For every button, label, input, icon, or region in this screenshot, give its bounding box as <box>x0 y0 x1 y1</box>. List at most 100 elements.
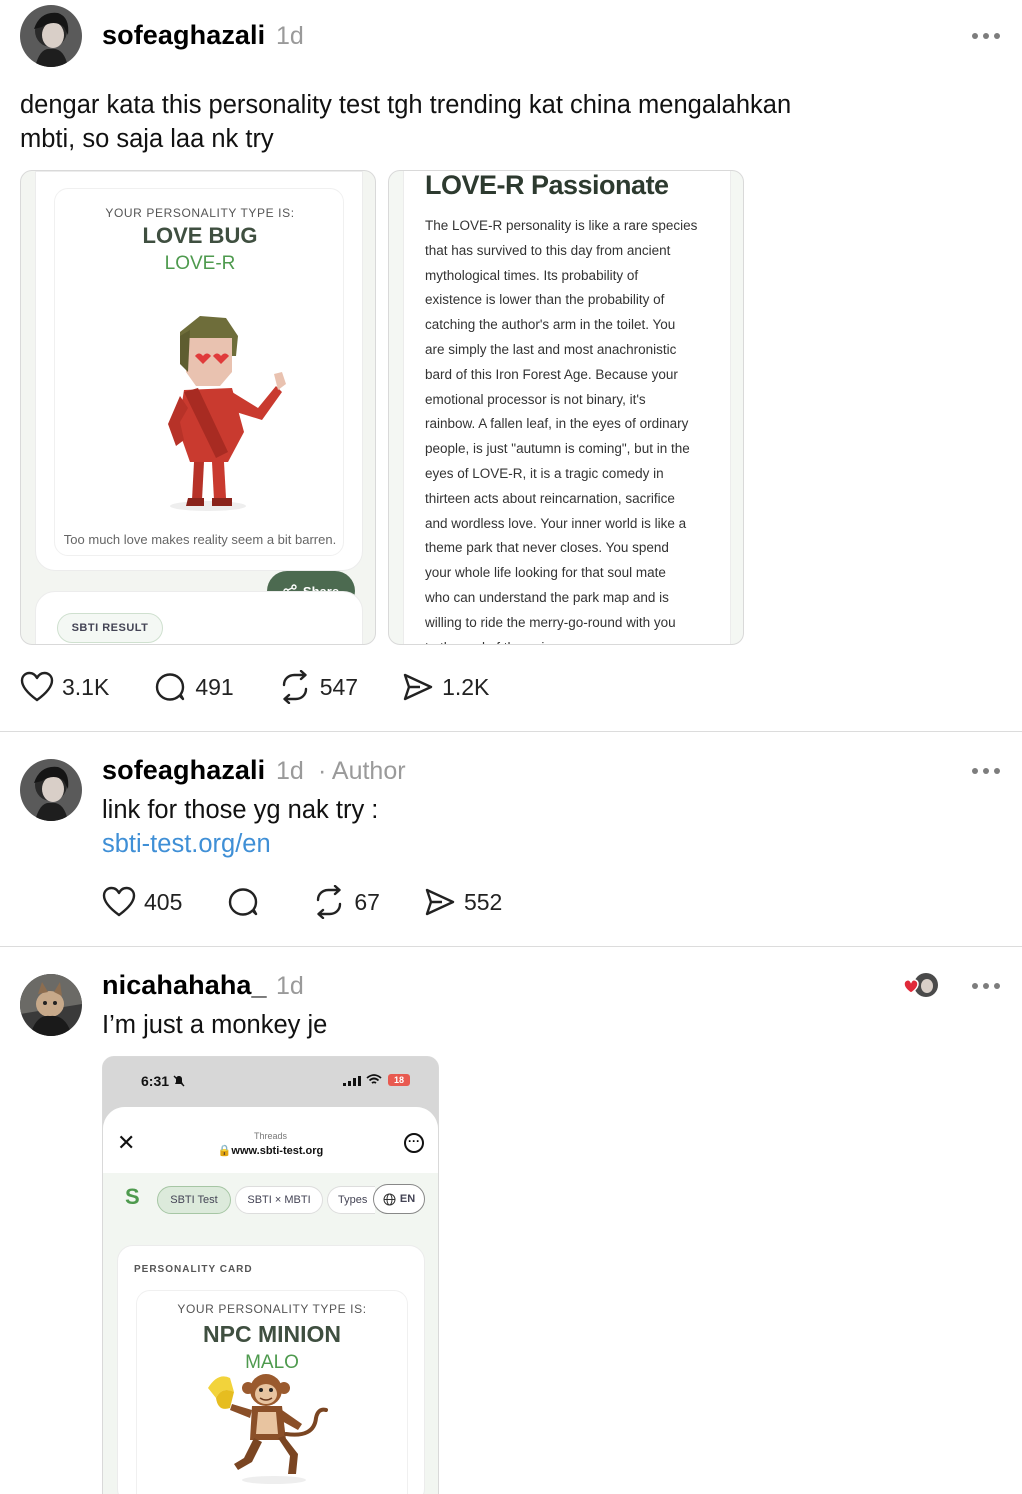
personality-card: YOUR PERSONALITY TYPE IS: LOVE BUG LOVE-… <box>35 171 363 571</box>
like-count: 405 <box>144 888 183 915</box>
like-count: 3.1K <box>62 673 110 700</box>
browser-view: ✕ Threads 🔒www.sbti-test.org ··· S SBTI … <box>103 1107 438 1494</box>
description-line: who can understand the park map and is <box>425 589 669 605</box>
personality-heading: YOUR PERSONALITY TYPE IS: <box>105 206 295 220</box>
post-text-line: dengar kata this personality test tgh tr… <box>20 91 792 119</box>
post-text: dengar kata this personality test tgh tr… <box>20 88 900 156</box>
comment-icon <box>229 888 258 916</box>
post-image-personality-card[interactable]: YOUR PERSONALITY TYPE IS: LOVE BUG LOVE-… <box>20 170 376 645</box>
send-icon <box>403 673 433 701</box>
description-line: and wordless love. Your inner world is l… <box>425 515 687 531</box>
mute-bell-icon <box>173 1075 185 1087</box>
send-icon <box>425 888 455 916</box>
username[interactable]: sofeaghazali <box>102 755 265 786</box>
post-link[interactable]: sbti-test.org/en <box>102 827 271 861</box>
post-actions: 3.1K 491 547 1.2K <box>20 670 533 704</box>
url-bar[interactable]: 🔒www.sbti-test.org <box>103 1144 438 1157</box>
description-line: The LOVE-R personality is like a rare sp… <box>425 218 698 233</box>
nav-tab-sbti-mbti[interactable]: SBTI × MBTI <box>235 1186 323 1214</box>
battery-level: 18 <box>393 1075 404 1085</box>
description-line: thirteen acts about reincarnation, sacri… <box>425 490 675 506</box>
repost-button[interactable]: 547 <box>278 670 358 704</box>
more-options-icon[interactable] <box>972 33 1000 39</box>
like-button[interactable]: 3.1K <box>20 671 109 703</box>
lock-icon: 🔒 <box>217 1145 232 1157</box>
author-badge: · Author <box>318 757 406 785</box>
post-time: 1d <box>276 972 304 1000</box>
site-logo[interactable]: S <box>125 1184 140 1210</box>
share-count: 552 <box>463 888 503 915</box>
love-bug-character-illustration <box>168 316 286 511</box>
nav-tab-sbti-test[interactable]: SBTI Test <box>157 1186 231 1214</box>
personality-type-name: NPC MINION <box>203 1321 341 1347</box>
description-line: emotional processor is not binary, it's <box>425 391 646 407</box>
wifi-icon <box>366 1074 382 1084</box>
like-button[interactable]: 405 <box>102 886 182 918</box>
username[interactable]: nicahahaha_ <box>102 970 267 1001</box>
description-line: eyes of LOVE-R, it is a tragic comedy in <box>425 465 664 481</box>
personality-type-name: LOVE BUG <box>142 223 258 248</box>
sbti-result-pill: SBTI RESULT <box>57 613 163 643</box>
post-time: 1d <box>276 757 304 785</box>
post-1: sofeaghazali 1d dengar kata this persona… <box>0 0 1022 731</box>
site-label: Threads <box>253 1131 288 1141</box>
description-title: LOVE-R Passionate <box>425 170 669 200</box>
personality-type-code: LOVE-R <box>164 253 236 274</box>
post-text: I’m just a monkey je <box>102 1011 328 1039</box>
more-options-icon[interactable] <box>972 983 1000 989</box>
description-line: mythological times. Its probability of <box>425 267 639 283</box>
description-line: people, is just "autumn is coming", but … <box>425 441 690 457</box>
liked-by-author-icon <box>903 973 938 997</box>
description-text: The LOVE-R personality is like a rare sp… <box>425 214 735 644</box>
username[interactable]: sofeaghazali <box>102 20 265 51</box>
description-line: theme park that never closes. You spend <box>425 540 669 556</box>
monkey-character-illustration <box>208 1374 328 1484</box>
more-options-icon[interactable] <box>972 768 1000 774</box>
language-switch[interactable]: EN <box>373 1184 425 1214</box>
description-line: that has survived to this day from ancie… <box>425 242 671 258</box>
reply-count: 491 <box>195 673 234 700</box>
description-line: willing to ride the merry-go-round with … <box>425 614 676 630</box>
personality-caption: Too much love makes reality seem a bit b… <box>63 532 337 547</box>
post-actions: 405 67 552 <box>102 885 546 919</box>
description-line: bard of this Iron Forest Age. Because yo… <box>425 366 678 382</box>
post-image-phone-screenshot[interactable]: 6:31 18 ✕ Threads 🔒www.sbti-test.org ···… <box>102 1056 439 1494</box>
repost-count: 67 <box>354 888 380 915</box>
description-line: rainbow. A fallen leaf, in the eyes of o… <box>425 416 689 432</box>
share-count: 1.2K <box>442 673 490 700</box>
description-line: your whole life looking for that soul ma… <box>425 565 666 581</box>
card-label: PERSONALITY CARD <box>134 1264 253 1275</box>
language-label: EN <box>399 1193 416 1205</box>
avatar[interactable] <box>20 974 82 1036</box>
post-text: link for those yg nak try : <box>102 796 379 824</box>
repost-icon <box>282 670 307 704</box>
description-line: existence is lower than the probability … <box>425 292 665 308</box>
repost-button[interactable]: 67 <box>312 885 380 919</box>
browser-menu-icon[interactable]: ··· <box>404 1133 424 1153</box>
post-2: sofeaghazali 1d · Author link for those … <box>0 732 1022 946</box>
avatar[interactable] <box>20 759 82 821</box>
repost-count: 547 <box>319 673 359 700</box>
post-3: nicahahaha_ 1d I’m just a monkey je 6:31… <box>0 947 1022 1494</box>
personality-heading: YOUR PERSONALITY TYPE IS: <box>177 1302 367 1316</box>
reply-button[interactable] <box>226 885 268 919</box>
send-button[interactable]: 1.2K <box>402 671 489 703</box>
status-clock: 6:31 <box>141 1073 170 1089</box>
url-text: www.sbti-test.org <box>231 1145 324 1157</box>
globe-icon <box>383 1193 396 1205</box>
personality-card-panel: PERSONALITY CARD YOUR PERSONALITY TYPE I… <box>117 1245 425 1494</box>
signal-icon <box>343 1076 361 1086</box>
description-line: catching the author's arm in the toilet.… <box>425 317 676 333</box>
description-line: are simply the last and most anachronist… <box>425 341 677 357</box>
send-button[interactable]: 552 <box>424 886 502 918</box>
repost-icon <box>317 885 342 919</box>
heart-icon <box>102 886 136 917</box>
nav-tab-types[interactable]: Types <box>327 1186 375 1214</box>
avatar[interactable] <box>20 5 82 67</box>
reply-button[interactable]: 491 <box>153 670 234 704</box>
heart-icon <box>20 671 54 702</box>
post-text-line: mbti, so saja laa nk try <box>20 125 274 153</box>
post-image-personality-description[interactable]: LOVE-R Passionate The LOVE-R personality… <box>388 170 744 645</box>
post-time: 1d <box>276 22 304 50</box>
comment-icon <box>156 673 185 701</box>
